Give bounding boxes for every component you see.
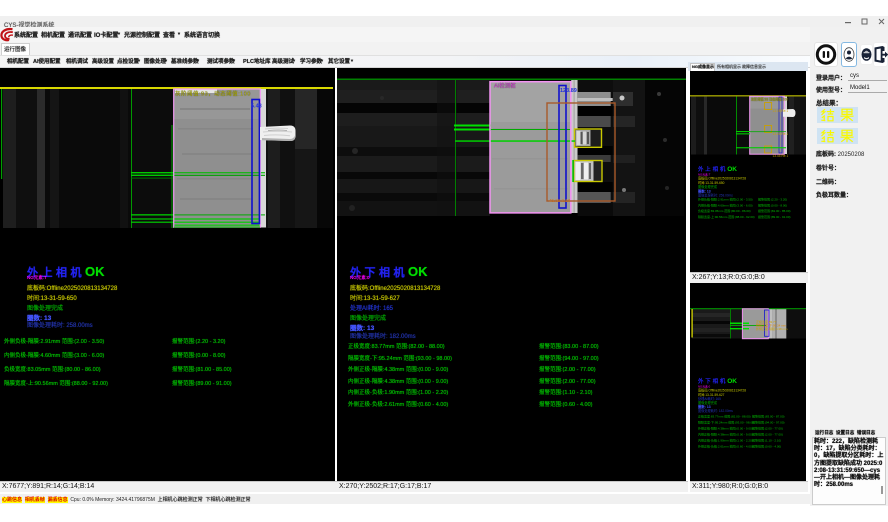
svg-text:底板码:Offline2025020813134728: 底板码:Offline2025020813134728 xyxy=(698,388,746,393)
svg-text:AI检测框: AI检测框 xyxy=(494,82,516,90)
svg-text:图像处理耗时: 182.00ms: 图像处理耗时: 182.00ms xyxy=(698,408,733,413)
svg-text:内侧负极-隔膜:4.60mm 范围:(3.00 - 6.00: 内侧负极-隔膜:4.60mm 范围:(3.00 - 6.00) xyxy=(698,202,753,207)
svg-text:灰阶阈值:93 动态阈值:100: 灰阶阈值:93 动态阈值:100 xyxy=(751,97,788,102)
svg-text:报警范围:(2.00 - 77.00): 报警范围:(2.00 - 77.00) xyxy=(752,431,783,436)
svg-text:5.48: 5.48 xyxy=(251,104,262,110)
svg-text:外侧正极-负极:2.61mm 范围:(0.60 - 4.00: 外侧正极-负极:2.61mm 范围:(0.60 - 4.00) xyxy=(698,443,753,448)
svg-text:隔膜宽度-上:90.56mm 范围:(88.00 - 92.: 隔膜宽度-上:90.56mm 范围:(88.00 - 92.00) xyxy=(698,214,755,219)
svg-text:负极宽度:83.05mm 范围:(80.00 - 86.00: 负极宽度:83.05mm 范围:(80.00 - 86.00) xyxy=(698,208,751,213)
svg-text:报警范围:(81.00 - 85.00): 报警范围:(81.00 - 85.00) xyxy=(758,208,791,213)
svg-text:报警范围:(0.00 - 8.00): 报警范围:(0.00 - 8.00) xyxy=(758,202,787,207)
svg-text:底板码:Offline2025020813134728: 底板码:Offline2025020813134728 xyxy=(698,176,746,181)
svg-text:报警范围:(0.60 - 4.00): 报警范围:(0.60 - 4.00) xyxy=(752,443,781,448)
svg-text:123.89: 123.89 xyxy=(560,88,577,94)
svg-text:内侧正极-隔膜:4.38mm 范围:(0.00 - 9.00: 内侧正极-隔膜:4.38mm 范围:(0.00 - 9.00) xyxy=(698,431,753,436)
svg-text:报警范围:(89.00 - 91.00): 报警范围:(89.00 - 91.00) xyxy=(758,214,791,219)
svg-text:正极宽度:83.77mm 范围:(82.00 - 88.00: 正极宽度:83.77mm 范围:(82.00 - 88.00) xyxy=(698,413,751,418)
svg-text:报警范围:(83.00 - 87.00): 报警范围:(83.00 - 87.00) xyxy=(752,413,785,418)
svg-text:隔膜宽度-下:95.24mm 范围:(93.00 - 98.: 隔膜宽度-下:95.24mm 范围:(93.00 - 98.00) xyxy=(698,419,755,424)
svg-text:45.39 2.13: 45.39 2.13 xyxy=(549,198,571,203)
svg-text:外侧正极-隔膜:4.38 mm: 外侧正极-隔膜:4.38 mm xyxy=(756,326,788,331)
svg-text:13.45 Re:1: 13.45 Re:1 xyxy=(773,154,789,158)
svg-text:外侧正极-隔膜:4.38mm 范围:(0.00 - 9.00: 外侧正极-隔膜:4.38mm 范围:(0.00 - 9.00) xyxy=(698,425,753,430)
svg-text:13.40 Re:1: 13.40 Re:1 xyxy=(773,132,789,136)
svg-text:报警范围:(1.10 - 2.10): 报警范围:(1.10 - 2.10) xyxy=(752,437,781,442)
svg-text:报警范围:(2.00 - 77.00): 报警范围:(2.00 - 77.00) xyxy=(752,425,783,430)
svg-text:灰阶阈值:93，动态阈值:100: 灰阶阈值:93，动态阈值:100 xyxy=(175,90,251,98)
svg-text:外侧负极-隔膜:2.91mm 范围:(2.00 - 3.50: 外侧负极-隔膜:2.91mm 范围:(2.00 - 3.50) xyxy=(698,197,753,202)
svg-text:13.45 Re:1: 13.45 Re:1 xyxy=(773,109,789,113)
svg-text:报警范围:(2.20 - 3.20): 报警范围:(2.20 - 3.20) xyxy=(758,197,787,202)
svg-text:内侧正极-负极:1.90mm 范围:(1.00 - 2.20: 内侧正极-负极:1.90mm 范围:(1.00 - 2.20) xyxy=(698,437,753,442)
svg-text:报警范围:(94.00 - 97.00): 报警范围:(94.00 - 97.00) xyxy=(752,419,785,424)
